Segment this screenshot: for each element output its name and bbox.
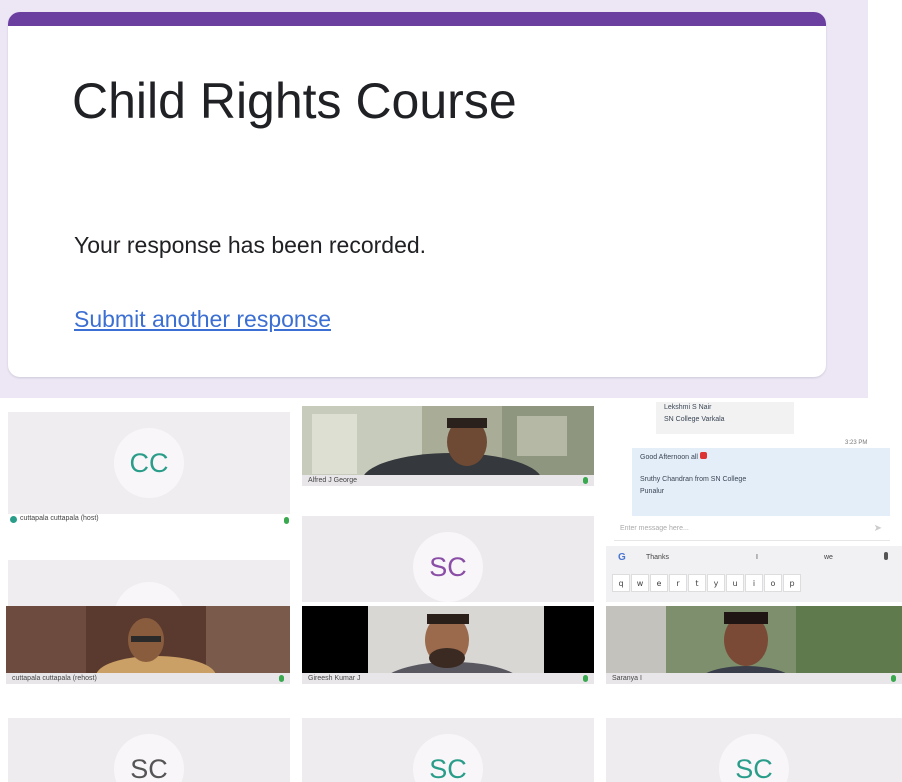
chat-text: SN College Varkala [664,416,725,423]
chat-text-line: Punalur [640,488,665,495]
avatar: SC [413,532,483,602]
emoji-icon [699,452,707,459]
video-frame [302,406,594,486]
chat-input[interactable]: Enter message here... ➤ [614,520,890,541]
key-r[interactable]: r [669,574,687,592]
participant-name: cuttapala cuttapala (host) [20,515,99,522]
mic-icon [891,675,896,682]
voice-icon[interactable] [884,552,888,560]
form-title: Child Rights Course [72,73,517,129]
keyboard: G Thanks I we q w e r t y u i o p [606,546,902,602]
participant-video-host[interactable]: cuttapala cuttapala (rehost) [6,606,290,684]
chat-sender: Lekshmi S Nair [664,404,712,411]
cc-name-bar: cuttapala cuttapala (host) [8,514,290,526]
participant-name: Gireesh Kumar J [302,673,594,684]
avatar [114,582,184,606]
form-accent-bar [8,12,826,26]
suggestion-3[interactable]: we [824,554,833,561]
participant-tile-sc-bottom-right[interactable]: SC [606,718,902,782]
participant-video-gireesh[interactable]: Gireesh Kumar J [302,606,594,684]
chat-text-line: Good Afternoon all [640,452,890,464]
key-w[interactable]: w [631,574,649,592]
google-g-icon: G [618,552,626,563]
participant-tile-sc-bottom-left[interactable]: SC [8,718,290,782]
participant-tile-sc-bottom-mid[interactable]: SC [302,718,594,782]
key-t[interactable]: t [688,574,706,592]
meet-logo-icon [10,516,17,523]
key-p[interactable]: p [783,574,801,592]
participant-tile-sc[interactable]: SC [302,516,594,602]
participant-tile-cc[interactable]: CC [8,412,290,514]
avatar: SC [413,734,483,782]
mic-icon [583,675,588,682]
key-e[interactable]: e [650,574,668,592]
avatar: CC [114,428,184,498]
confirmation-message: Your response has been recorded. [74,232,427,258]
key-u[interactable]: u [726,574,744,592]
mic-icon [583,477,588,484]
chat-input-placeholder: Enter message here... [620,525,689,532]
participant-name: Alfred J George [302,475,594,486]
suggestion-2[interactable]: I [756,554,758,561]
submit-another-response-link[interactable]: Submit another response [74,306,331,333]
key-q[interactable]: q [612,574,630,592]
participant-video-saranya[interactable]: Saranya I [606,606,902,684]
mic-icon [284,517,289,524]
avatar: SC [114,734,184,782]
send-icon[interactable]: ➤ [874,523,882,534]
chat-message-2: Good Afternoon all Sruthy Chandran from … [632,448,890,516]
participant-name: cuttapala cuttapala (rehost) [6,673,290,684]
mic-icon [279,675,284,682]
participant-video-alfred[interactable]: Alfred J George [302,406,594,486]
form-right-margin [868,0,902,398]
participant-tile-partial[interactable] [8,560,290,606]
chat-message-1: Lekshmi S Nair SN College Varkala [656,402,794,434]
key-i[interactable]: i [745,574,763,592]
key-o[interactable]: o [764,574,782,592]
chat-timestamp: 3:23 PM [845,440,868,446]
avatar: SC [719,734,789,782]
chat-text-line: Sruthy Chandran from SN College [640,476,747,483]
participant-name: Saranya I [606,673,902,684]
key-y[interactable]: y [707,574,725,592]
suggestion-1[interactable]: Thanks [646,554,669,561]
